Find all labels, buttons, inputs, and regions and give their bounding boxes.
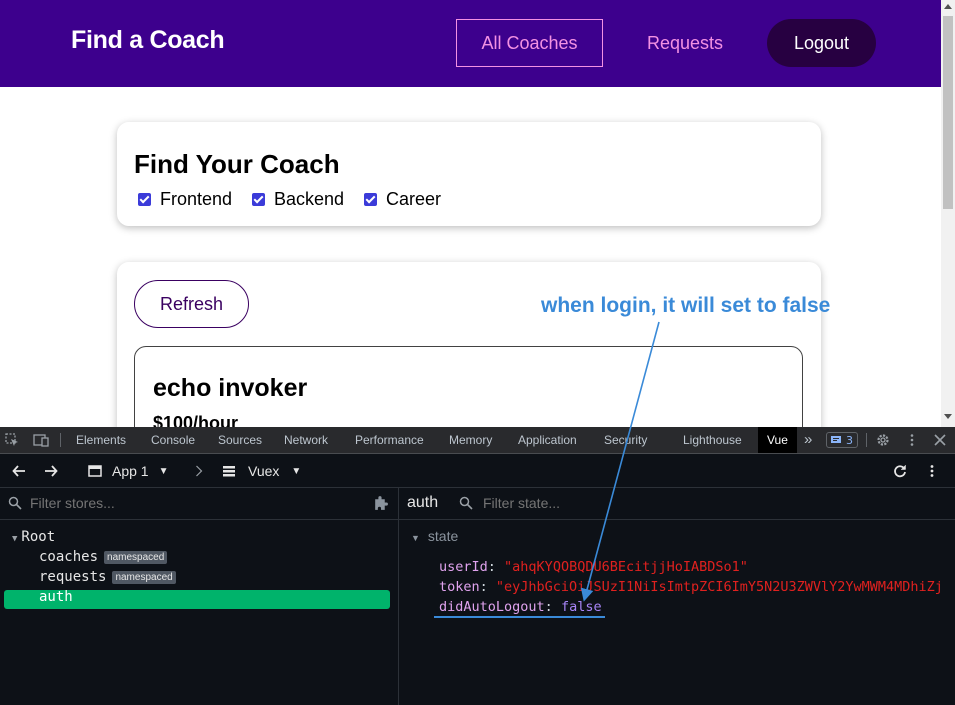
tree-module-auth[interactable]: auth [39, 587, 73, 607]
module-label: requests [39, 569, 107, 585]
gear-icon[interactable] [876, 433, 890, 447]
messages-badge[interactable]: 3 [826, 432, 858, 448]
namespaced-badge: namespaced [112, 570, 176, 584]
filter-title: Find Your Coach [134, 149, 340, 179]
tab-memory[interactable]: Memory [449, 427, 492, 453]
list-icon [223, 466, 235, 477]
filter-career[interactable]: Career [364, 189, 441, 210]
chevron-down-icon: ▼ [158, 465, 169, 477]
caret-down-icon: ▼ [411, 533, 420, 543]
tab-network[interactable]: Network [284, 427, 328, 453]
tree-module-requests[interactable]: requests namespaced [39, 567, 176, 587]
filter-stores-input[interactable] [28, 494, 362, 512]
more-tabs-icon[interactable]: » [804, 427, 812, 453]
state-key: token [439, 579, 480, 595]
store-title: auth [407, 494, 439, 511]
coach-filter-card: Find Your Coach Frontend Backend Career [117, 122, 821, 226]
back-arrow-icon[interactable] [12, 464, 26, 478]
vue-toolbar: App 1 ▼ Vuex ▼ [0, 454, 955, 488]
frontend-checkbox[interactable] [138, 193, 151, 206]
frontend-label: Frontend [160, 189, 233, 209]
filter-state-input[interactable] [481, 494, 785, 512]
career-checkbox[interactable] [364, 193, 377, 206]
state-filter-row: auth [399, 488, 955, 520]
nav-requests-link[interactable]: Requests [630, 19, 740, 67]
state-value: false [560, 599, 602, 615]
tab-divider [60, 433, 61, 447]
scroll-down-icon[interactable] [944, 414, 952, 419]
message-icon [831, 436, 841, 443]
scrollbar-thumb[interactable] [943, 16, 953, 209]
state-entry-token[interactable]: token: "eyJhbGciOiJSUzI1NiIsImtpZCI6ImY5… [439, 579, 943, 595]
tab-sources[interactable]: Sources [218, 427, 262, 453]
kebab-menu-icon[interactable] [925, 464, 939, 478]
device-toolbar-icon[interactable] [33, 433, 49, 447]
inspect-element-icon[interactable] [5, 433, 19, 447]
forward-arrow-icon[interactable] [44, 464, 58, 478]
app-icon [88, 465, 102, 477]
brand-title[interactable]: Find a Coach [71, 26, 225, 55]
tab-application[interactable]: Application [518, 427, 577, 453]
search-icon [8, 496, 22, 510]
coach-rate: $100/hour [153, 413, 239, 427]
app-selector[interactable]: App 1 ▼ [88, 460, 169, 482]
filter-backend[interactable]: Backend [252, 189, 344, 210]
refresh-icon[interactable] [893, 464, 907, 478]
state-pane: auth ▼ state userId: "ahqKYQOBQDU6BEcitjj… [399, 488, 955, 705]
coach-list-card: Refresh echo invoker $100/hour [117, 262, 821, 427]
state-key: userId [439, 559, 488, 575]
tab-elements[interactable]: Elements [76, 427, 126, 453]
store-tree-pane: ▼Root coaches namespaced requests namespac… [0, 488, 399, 705]
tab-divider [866, 433, 867, 447]
tab-security[interactable]: Security [604, 427, 647, 453]
state-entry-didautologout[interactable]: didAutoLogout: false [439, 599, 602, 615]
state-section-label: state [427, 528, 459, 544]
tree-module-coaches[interactable]: coaches namespaced [39, 547, 168, 567]
vuex-inspector: ▼Root coachesnamespaced requestsnamespac… [0, 488, 955, 705]
backend-label: Backend [274, 189, 345, 209]
backend-checkbox[interactable] [252, 193, 265, 206]
puzzle-icon[interactable] [372, 495, 389, 512]
tab-lighthouse[interactable]: Lighthouse [683, 427, 742, 453]
plugin-label: Vuex [248, 463, 280, 479]
state-value: "eyJhbGciOiJSUzI1NiIsImtpZCI6ImY5N2U3ZWV… [495, 579, 943, 595]
coach-item: echo invoker $100/hour [134, 346, 803, 427]
coach-name: echo invoker [153, 374, 308, 402]
app-label: App 1 [112, 463, 149, 479]
tree-root[interactable]: ▼ Root [12, 527, 55, 547]
module-label: coaches [39, 549, 99, 565]
tab-console[interactable]: Console [151, 427, 195, 453]
career-label: Career [386, 189, 442, 209]
logout-button[interactable]: Logout [767, 19, 876, 67]
state-value: "ahqKYQOBQDU6BEcitjjHoIABDSo1" [504, 559, 748, 575]
devtools-panel: Elements Console Sources Network Perform… [0, 427, 955, 705]
module-label: auth [39, 589, 73, 605]
filter-frontend[interactable]: Frontend [138, 189, 232, 210]
chevron-down-icon: ▼ [291, 465, 302, 477]
page-scrollbar[interactable] [941, 0, 955, 427]
scroll-up-icon[interactable] [944, 4, 952, 9]
caret-down-icon: ▼ [12, 534, 18, 544]
devtools-tabbar: Elements Console Sources Network Perform… [0, 427, 955, 454]
messages-count: 3 [846, 433, 853, 447]
kebab-menu-icon[interactable] [905, 433, 919, 447]
state-entry-userid[interactable]: userId: "ahqKYQOBQDU6BEcitjjHoIABDSo1" [439, 559, 748, 575]
annotation-text: when login, it will set to false [541, 294, 831, 317]
state-section-toggle[interactable]: ▼ state [411, 528, 458, 544]
namespaced-badge: namespaced [104, 550, 168, 564]
tab-performance[interactable]: Performance [355, 427, 424, 453]
tab-vue[interactable]: Vue [758, 427, 797, 453]
app-viewport: Find a Coach All Coaches Requests Logout… [0, 0, 941, 427]
tree-root-label: Root [21, 529, 56, 545]
top-navbar: Find a Coach All Coaches Requests Logout [0, 0, 941, 87]
filter-stores-row [0, 488, 398, 520]
refresh-button[interactable]: Refresh [134, 280, 249, 328]
search-icon [459, 496, 473, 510]
nav-all-coaches-link[interactable]: All Coaches [456, 19, 603, 67]
chevron-right-icon [196, 465, 203, 477]
state-key: didAutoLogout [439, 599, 545, 615]
plugin-selector[interactable]: Vuex ▼ [222, 460, 301, 482]
close-icon[interactable] [933, 433, 947, 447]
